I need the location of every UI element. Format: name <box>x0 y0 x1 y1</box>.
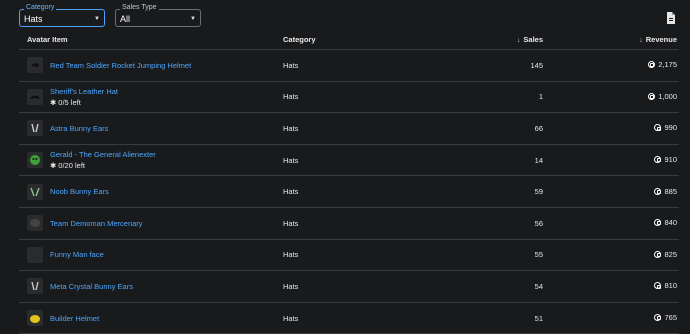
revenue-cell: 810 <box>543 270 679 303</box>
item-cell: Gerald - The General Alienexter ✱ 0/20 le… <box>19 144 283 177</box>
sales-type-select[interactable]: Sales Type All ▼ <box>115 3 201 27</box>
revenue-cell: 765 <box>543 302 679 334</box>
item-cell: Noob Bunny Ears <box>19 175 283 208</box>
category-cell: Hats <box>283 144 428 177</box>
item-cell: Sheriff's Leather Hat ✱ 0/5 left <box>19 81 283 114</box>
item-name-link[interactable]: Team Demoman Mercenary <box>50 219 143 228</box>
sort-arrow-icon: ↓ <box>516 36 521 44</box>
chevron-down-icon: ▼ <box>94 16 100 22</box>
sales-cell: 14 <box>428 144 543 177</box>
robux-icon <box>654 156 662 164</box>
table-header-row: Avatar Item Category ↓ Sales ↓ Revenue <box>19 29 679 50</box>
category-cell: Hats <box>283 49 428 82</box>
column-header-revenue[interactable]: ↓ Revenue <box>543 29 679 50</box>
sort-arrow-icon: ↓ <box>639 36 643 44</box>
item-name-link[interactable]: Noob Bunny Ears <box>50 187 109 196</box>
item-cell: Astra Bunny Ears <box>19 112 283 145</box>
category-cell: Hats <box>283 270 428 303</box>
robux-icon <box>654 219 662 227</box>
table-row: Gerald - The General Alienexter ✱ 0/20 le… <box>19 144 679 177</box>
category-select-label: Category <box>24 3 57 12</box>
item-cell: Red Team Soldier Rocket Jumping Helmet <box>19 49 283 82</box>
item-name-link[interactable]: Builder Helmet <box>50 314 99 323</box>
robux-icon <box>654 314 662 322</box>
item-thumbnail[interactable] <box>27 278 43 295</box>
item-name-link[interactable]: Gerald - The General Alienexter <box>50 150 156 159</box>
revenue-cell: 910 <box>543 144 679 177</box>
sales-cell: 59 <box>428 175 543 208</box>
robux-icon <box>654 187 662 195</box>
item-name-link[interactable]: Astra Bunny Ears <box>50 124 108 133</box>
sales-type-select-label: Sales Type <box>120 3 159 12</box>
column-header-item[interactable]: Avatar Item <box>19 29 283 50</box>
stock-remaining: ✱ 0/5 left <box>50 97 81 107</box>
stock-remaining: ✱ 0/20 left <box>50 161 85 171</box>
robux-icon <box>648 61 656 69</box>
revenue-cell: 885 <box>543 175 679 208</box>
sales-cell: 55 <box>428 239 543 272</box>
table-row: Builder Helmet Hats 51 765 <box>19 302 679 334</box>
sales-cell: 66 <box>428 112 543 145</box>
item-name-link[interactable]: Red Team Soldier Rocket Jumping Helmet <box>50 61 191 70</box>
item-thumbnail[interactable] <box>27 57 43 74</box>
item-name-link[interactable]: Funny Man face <box>50 250 104 259</box>
table-row: Noob Bunny Ears Hats 59 885 <box>19 175 679 208</box>
item-cell: Team Demoman Mercenary <box>19 207 283 240</box>
table-row: Astra Bunny Ears Hats 66 990 <box>19 112 679 145</box>
sales-cell: 56 <box>428 207 543 240</box>
export-file-icon[interactable] <box>666 11 676 24</box>
category-select-value: Hats <box>24 14 43 24</box>
sales-type-select-value: All <box>120 14 131 24</box>
revenue-cell: 1,000 <box>543 81 679 114</box>
sales-cell: 51 <box>428 302 543 334</box>
item-thumbnail[interactable] <box>27 183 43 200</box>
robux-icon <box>654 282 662 290</box>
robux-icon <box>654 250 662 258</box>
sales-table: Avatar Item Category ↓ Sales ↓ Revenue Red… <box>19 29 679 334</box>
revenue-cell: 2,175 <box>543 49 679 82</box>
item-thumbnail[interactable] <box>27 215 43 232</box>
sales-cell: 1 <box>428 81 543 114</box>
item-cell: Funny Man face <box>19 239 283 272</box>
table-row: Team Demoman Mercenary Hats 56 840 <box>19 207 679 240</box>
revenue-cell: 825 <box>543 239 679 272</box>
item-thumbnail[interactable] <box>27 120 43 137</box>
sales-cell: 54 <box>428 270 543 303</box>
item-name-link[interactable]: Meta Crystal Bunny Ears <box>50 282 133 291</box>
table-row: Red Team Soldier Rocket Jumping Helmet H… <box>19 49 679 82</box>
category-cell: Hats <box>283 112 428 145</box>
item-thumbnail[interactable] <box>27 152 43 169</box>
column-header-sales[interactable]: ↓ Sales <box>428 29 543 50</box>
item-cell: Builder Helmet <box>19 302 283 334</box>
robux-icon <box>648 92 656 100</box>
robux-icon <box>654 124 662 132</box>
table-row: Sheriff's Leather Hat ✱ 0/5 left Hats 1 1… <box>19 81 679 114</box>
chevron-down-icon: ▼ <box>190 16 196 22</box>
category-cell: Hats <box>283 302 428 334</box>
category-cell: Hats <box>283 175 428 208</box>
limited-icon: ✱ <box>50 97 57 107</box>
item-thumbnail[interactable] <box>27 88 43 105</box>
item-cell: Meta Crystal Bunny Ears <box>19 270 283 303</box>
revenue-cell: 990 <box>543 112 679 145</box>
column-header-category[interactable]: Category <box>283 29 428 50</box>
table-row: Funny Man face Hats 55 825 <box>19 239 679 272</box>
item-thumbnail[interactable] <box>27 246 43 263</box>
item-thumbnail[interactable] <box>27 310 43 327</box>
category-select[interactable]: Category Hats ▼ <box>19 3 105 27</box>
category-cell: Hats <box>283 239 428 272</box>
limited-icon: ✱ <box>50 161 57 171</box>
category-cell: Hats <box>283 207 428 240</box>
item-name-link[interactable]: Sheriff's Leather Hat <box>50 87 118 96</box>
table-row: Meta Crystal Bunny Ears Hats 54 810 <box>19 270 679 303</box>
sales-cell: 145 <box>428 49 543 82</box>
category-cell: Hats <box>283 81 428 114</box>
revenue-cell: 840 <box>543 207 679 240</box>
filter-bar: Category Hats ▼ Sales Type All ▼ <box>19 3 201 27</box>
